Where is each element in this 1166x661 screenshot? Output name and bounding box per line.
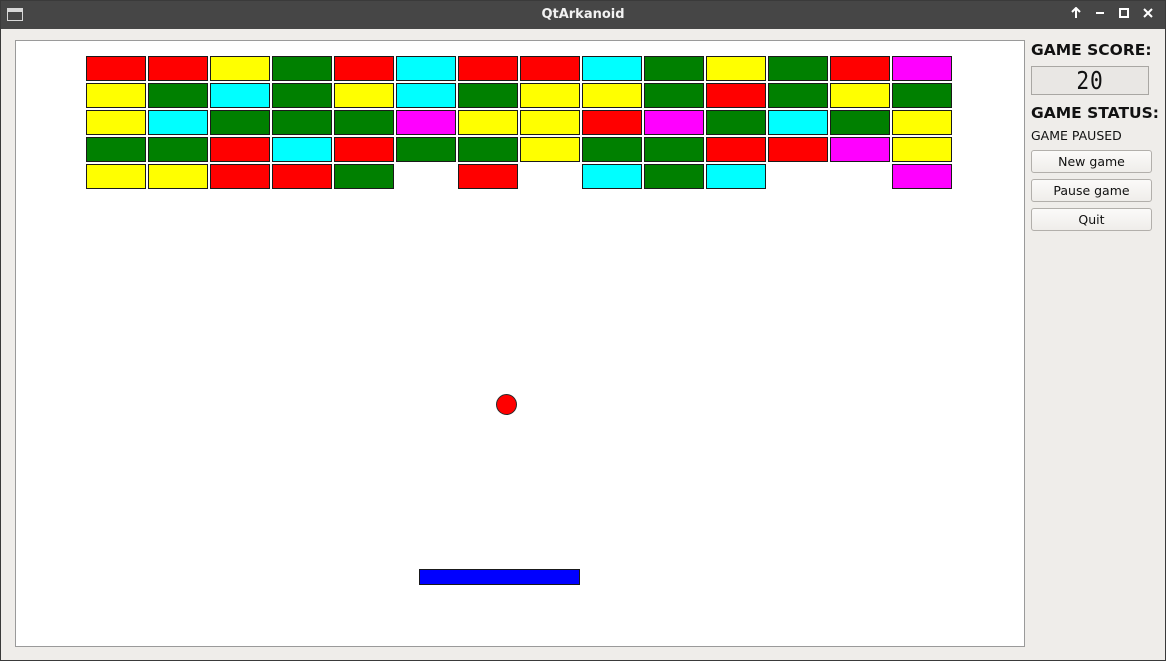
brick-yellow <box>582 83 642 108</box>
brick-yellow <box>830 83 890 108</box>
brick-green <box>830 110 890 135</box>
brick-yellow <box>86 110 146 135</box>
brick-green <box>644 137 704 162</box>
brick-green <box>458 137 518 162</box>
brick-cyan <box>582 164 642 189</box>
brick-yellow <box>892 137 952 162</box>
brick-yellow <box>86 83 146 108</box>
brick-red <box>458 56 518 81</box>
brick-cyan <box>582 56 642 81</box>
score-display: 20 <box>1031 66 1149 95</box>
brick-green <box>148 83 208 108</box>
brick-red <box>768 137 828 162</box>
brick-yellow <box>210 56 270 81</box>
brick-magenta <box>644 110 704 135</box>
brick-cyan <box>396 56 456 81</box>
brick-green <box>396 137 456 162</box>
brick-red <box>148 56 208 81</box>
brick-yellow <box>706 56 766 81</box>
new-game-button[interactable]: New game <box>1031 150 1152 173</box>
score-heading: GAME SCORE: <box>1031 41 1152 59</box>
ball <box>496 394 517 415</box>
brick-cyan <box>396 83 456 108</box>
brick-green <box>768 83 828 108</box>
brick-magenta <box>892 56 952 81</box>
brick-red <box>86 56 146 81</box>
brick-green <box>86 137 146 162</box>
brick-green <box>272 56 332 81</box>
minimize-icon[interactable] <box>1091 6 1109 24</box>
game-field[interactable] <box>15 40 1025 647</box>
brick-cyan <box>706 164 766 189</box>
side-panel: GAME SCORE: 20 GAME STATUS: GAME PAUSED … <box>1031 41 1159 231</box>
brick-red <box>210 164 270 189</box>
brick-red <box>334 137 394 162</box>
brick-green <box>706 110 766 135</box>
brick-red <box>706 137 766 162</box>
brick-green <box>644 83 704 108</box>
window-title: QtArkanoid <box>541 7 625 22</box>
brick-red <box>520 56 580 81</box>
brick-green <box>892 83 952 108</box>
brick-yellow <box>520 83 580 108</box>
paddle[interactable] <box>419 569 580 585</box>
brick-red <box>334 56 394 81</box>
brick-yellow <box>520 137 580 162</box>
maximize-icon[interactable] <box>1115 6 1133 24</box>
brick-red <box>210 137 270 162</box>
brick-yellow <box>148 164 208 189</box>
brick-green <box>582 137 642 162</box>
title-bar[interactable]: QtArkanoid <box>1 1 1165 29</box>
brick-yellow <box>458 110 518 135</box>
brick-green <box>644 164 704 189</box>
brick-red <box>582 110 642 135</box>
quit-button[interactable]: Quit <box>1031 208 1152 231</box>
brick-yellow <box>520 110 580 135</box>
brick-yellow <box>334 83 394 108</box>
brick-yellow <box>892 110 952 135</box>
brick-green <box>148 137 208 162</box>
pause-game-button[interactable]: Pause game <box>1031 179 1152 202</box>
brick-magenta <box>892 164 952 189</box>
brick-green <box>644 56 704 81</box>
brick-cyan <box>148 110 208 135</box>
score-value: 20 <box>1076 66 1104 95</box>
brick-red <box>458 164 518 189</box>
brick-cyan <box>768 110 828 135</box>
brick-magenta <box>396 110 456 135</box>
brick-green <box>334 164 394 189</box>
close-icon[interactable] <box>1139 6 1157 24</box>
brick-green <box>458 83 518 108</box>
brick-cyan <box>210 83 270 108</box>
status-value: GAME PAUSED <box>1031 128 1122 143</box>
brick-magenta <box>830 137 890 162</box>
brick-red <box>706 83 766 108</box>
brick-green <box>210 110 270 135</box>
brick-green <box>272 110 332 135</box>
brick-yellow <box>86 164 146 189</box>
brick-red <box>830 56 890 81</box>
brick-cyan <box>272 137 332 162</box>
status-heading: GAME STATUS: <box>1031 104 1159 122</box>
brick-green <box>272 83 332 108</box>
brick-green <box>768 56 828 81</box>
app-window: QtArkanoid GAME SCORE: 20 GAME STATUS: G… <box>0 0 1166 661</box>
up-arrow-icon[interactable] <box>1067 6 1085 24</box>
brick-red <box>272 164 332 189</box>
brick-green <box>334 110 394 135</box>
